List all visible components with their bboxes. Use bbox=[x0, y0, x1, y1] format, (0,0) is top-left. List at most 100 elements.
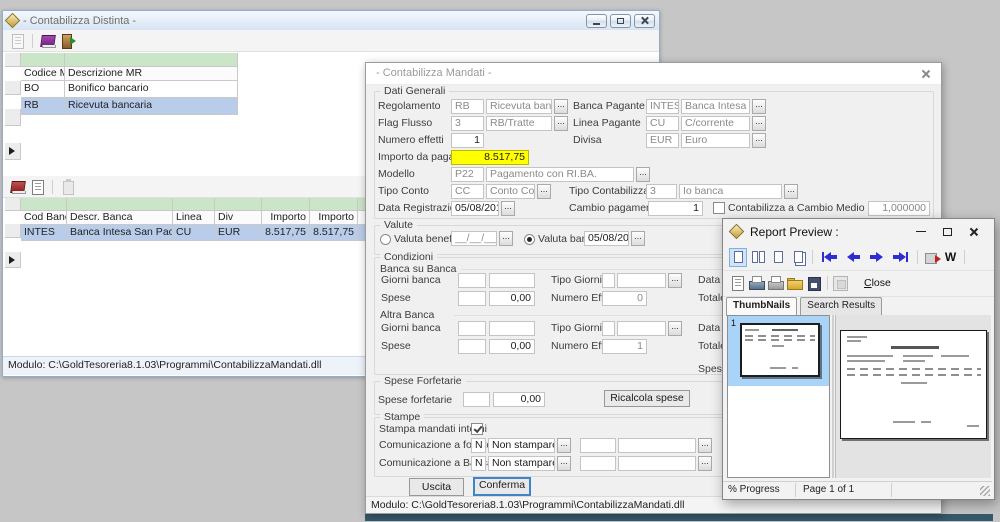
first-page-button[interactable] bbox=[822, 249, 837, 265]
modello-desc-field[interactable]: Pagamento con RI.BA. bbox=[486, 167, 634, 182]
cambio-medio-checkbox[interactable] bbox=[713, 202, 725, 214]
export-icon[interactable] bbox=[923, 249, 940, 265]
minimize-button[interactable] bbox=[908, 223, 934, 241]
ledger-book-icon[interactable] bbox=[9, 179, 26, 195]
tipo-giorni-2-lookup-button[interactable]: ... bbox=[668, 321, 682, 336]
uscita-button[interactable]: Uscita bbox=[409, 478, 464, 496]
row-selector-current[interactable] bbox=[5, 143, 21, 160]
comunicazione-fornitore-extra-desc[interactable] bbox=[618, 438, 696, 453]
conferma-button[interactable]: Conferma bbox=[473, 477, 531, 496]
close-preview-label[interactable]: Close bbox=[864, 277, 891, 289]
giorni-banca-1-field-a[interactable] bbox=[458, 273, 486, 288]
data-registrazione-calendar-button[interactable]: ... bbox=[501, 201, 515, 216]
cell-div[interactable]: EUR bbox=[215, 225, 262, 241]
spese-1-field-a[interactable] bbox=[458, 291, 486, 306]
document-icon[interactable] bbox=[29, 179, 46, 195]
cell-codice[interactable]: BO bbox=[21, 81, 65, 98]
cell-linea[interactable]: CU bbox=[173, 225, 215, 241]
comunicazione-fornitore-desc-field[interactable]: Non stampare bbox=[488, 438, 555, 453]
numero-effetti-1-field[interactable]: 0 bbox=[602, 291, 647, 306]
tipo-giorni-2-code-field[interactable] bbox=[602, 321, 615, 336]
regolamento-desc-field[interactable]: Ricevuta bancaria bbox=[486, 99, 552, 114]
comunicazione-banca-extra-code[interactable] bbox=[580, 456, 616, 471]
regolamento-code-field[interactable]: RB bbox=[451, 99, 484, 114]
stop-button[interactable] bbox=[833, 276, 848, 291]
cell-descrizione[interactable]: Bonifico bancario bbox=[65, 81, 238, 98]
valuta-beneficiario-date-field[interactable]: __/__/____ bbox=[451, 231, 497, 246]
column-header-descrizione-mr[interactable]: Descrizione MR bbox=[65, 67, 238, 81]
comunicazione-banca-lookup-button[interactable]: ... bbox=[557, 456, 571, 471]
cell-codice[interactable]: RB bbox=[21, 98, 65, 115]
comunicazione-banca-extra-desc[interactable] bbox=[618, 456, 696, 471]
next-page-button[interactable] bbox=[870, 249, 883, 265]
tipo-conto-desc-field[interactable]: Conto Corrente bbox=[486, 184, 535, 199]
valuta-banca-date-field[interactable]: 05/08/2019 bbox=[584, 231, 629, 246]
print-icon[interactable] bbox=[748, 275, 765, 291]
regolamento-lookup-button[interactable]: ... bbox=[554, 99, 568, 114]
tipo-contabilizzazione-desc-field[interactable]: Io banca bbox=[679, 184, 782, 199]
linea-pagante-code-field[interactable]: CU bbox=[646, 116, 679, 131]
valuta-beneficiario-calendar-button[interactable]: ... bbox=[499, 231, 513, 246]
tipo-giorni-1-code-field[interactable] bbox=[602, 273, 615, 288]
column-header-descr-banca[interactable]: Descr. Banca bbox=[67, 211, 173, 225]
importo-da-pagare-field[interactable]: 8.517,75 bbox=[451, 150, 529, 165]
comunicazione-banca-code-field[interactable]: N bbox=[471, 456, 486, 471]
multi-page-view-icon[interactable] bbox=[789, 248, 807, 267]
maximize-button[interactable] bbox=[934, 223, 960, 241]
valuta-banca-calendar-button[interactable]: ... bbox=[631, 231, 645, 246]
cell-descrizione[interactable]: Ricevuta bancaria bbox=[65, 98, 238, 115]
maximize-button[interactable] bbox=[610, 14, 631, 28]
ricalcola-spese-button[interactable]: Ricalcola spese bbox=[604, 390, 690, 407]
cambio-medio-field[interactable]: 1,000000 bbox=[868, 201, 930, 216]
close-button[interactable] bbox=[634, 14, 655, 28]
paste-icon[interactable] bbox=[59, 179, 76, 195]
flag-flusso-lookup-button[interactable]: ... bbox=[554, 116, 568, 131]
preview-titlebar[interactable]: Report Preview : bbox=[723, 219, 994, 244]
thumbnail-selection[interactable]: 1 bbox=[728, 316, 829, 386]
linea-pagante-desc-field[interactable]: C/corrente bbox=[681, 116, 750, 131]
giorni-banca-1-field-b[interactable] bbox=[489, 273, 535, 288]
banca-pagante-lookup-button[interactable]: ... bbox=[752, 99, 766, 114]
spese-2-field-a[interactable] bbox=[458, 339, 486, 354]
data-registrazione-field[interactable]: 05/08/2019 bbox=[451, 201, 499, 216]
accounting-book-icon[interactable] bbox=[39, 33, 56, 49]
mandati-titlebar[interactable]: - Contabilizza Mandati - bbox=[366, 63, 941, 85]
print-setup-icon[interactable] bbox=[767, 275, 784, 291]
tipo-giorni-2-desc-field[interactable] bbox=[617, 321, 666, 336]
tipo-giorni-1-desc-field[interactable] bbox=[617, 273, 666, 288]
tipo-giorni-1-lookup-button[interactable]: ... bbox=[668, 273, 682, 288]
row-selector-current[interactable] bbox=[5, 252, 21, 268]
distinta-titlebar[interactable]: - Contabilizza Distinta - bbox=[3, 11, 659, 31]
giorni-banca-2-field-b[interactable] bbox=[489, 321, 535, 336]
row-selector[interactable] bbox=[5, 109, 21, 126]
cell-cod-banca[interactable]: INTES bbox=[21, 225, 67, 241]
modello-code-field[interactable]: P22 bbox=[451, 167, 484, 182]
numero-effetti-2-field[interactable]: 1 bbox=[602, 339, 647, 354]
divisa-code-field[interactable]: EUR bbox=[646, 133, 679, 148]
close-button[interactable] bbox=[960, 223, 986, 241]
valuta-banca-radio[interactable] bbox=[524, 234, 535, 245]
modello-lookup-button[interactable]: ... bbox=[636, 167, 650, 182]
minimize-button[interactable] bbox=[586, 14, 607, 28]
close-icon[interactable] bbox=[921, 69, 931, 79]
facing-pages-view-icon[interactable] bbox=[749, 248, 767, 267]
tipo-conto-lookup-button[interactable]: ... bbox=[537, 184, 551, 199]
comunicazione-fornitore-extra-code[interactable] bbox=[580, 438, 616, 453]
single-page-view-icon[interactable] bbox=[729, 248, 747, 267]
word-export-icon[interactable]: W bbox=[942, 249, 959, 265]
tab-search-results[interactable]: Search Results bbox=[800, 297, 882, 315]
column-header-linea[interactable]: Linea bbox=[173, 211, 215, 225]
spese-forfetarie-field-a[interactable] bbox=[463, 392, 490, 407]
comunicazione-fornitore-code-field[interactable]: N bbox=[471, 438, 486, 453]
preview-main-area[interactable] bbox=[835, 315, 991, 478]
linea-pagante-lookup-button[interactable]: ... bbox=[752, 116, 766, 131]
last-page-button[interactable] bbox=[893, 249, 908, 265]
tipo-conto-code-field[interactable]: CC bbox=[451, 184, 484, 199]
comunicazione-fornitore-lookup-button[interactable]: ... bbox=[557, 438, 571, 453]
giorni-banca-2-field-a[interactable] bbox=[458, 321, 486, 336]
save-icon[interactable] bbox=[805, 275, 822, 291]
column-header-cod-banca[interactable]: Cod Banca bbox=[21, 211, 67, 225]
cell-importo-2[interactable]: 8.517,75 bbox=[310, 225, 358, 241]
panel-splitter[interactable] bbox=[832, 315, 834, 478]
banca-pagante-code-field[interactable]: INTES bbox=[646, 99, 679, 114]
